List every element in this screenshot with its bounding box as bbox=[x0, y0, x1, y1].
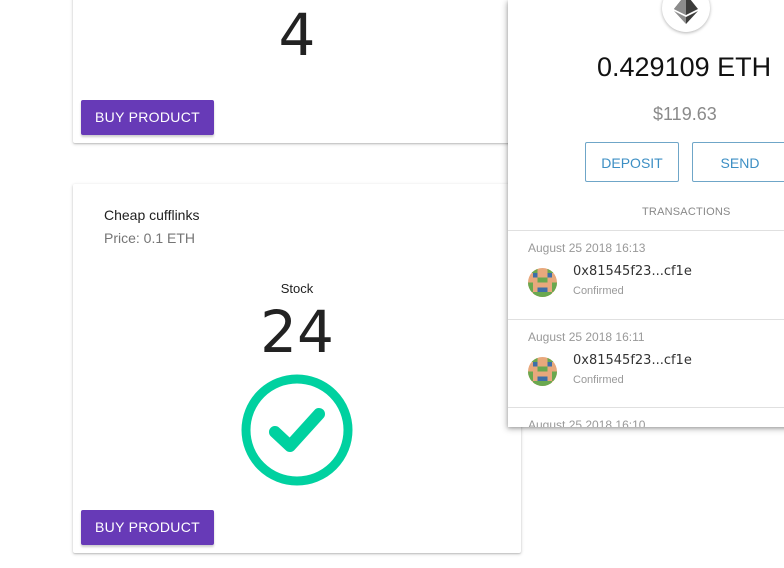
deposit-button[interactable]: DEPOSIT bbox=[585, 142, 679, 182]
transaction-status: Confirmed bbox=[573, 285, 624, 297]
transactions-title: TRANSACTIONS bbox=[642, 206, 731, 218]
transaction-item[interactable]: August 25 2018 16:11 0x81545f23...cf1e C… bbox=[508, 320, 784, 408]
stock-label: Stock bbox=[280, 281, 314, 296]
transaction-date: August 25 2018 16:13 bbox=[528, 241, 646, 255]
transaction-status: Confirmed bbox=[573, 374, 624, 386]
product-name: Cheap cufflinks bbox=[104, 207, 200, 223]
transaction-address: 0x81545f23...cf1e bbox=[573, 353, 692, 368]
product-card: Cheap cufflinks Price: 0.1 ETH Stock 24 … bbox=[73, 184, 521, 553]
eth-balance: 0.429109 ETH bbox=[597, 52, 772, 82]
send-button[interactable]: SEND bbox=[692, 142, 784, 182]
stock-count: 24 bbox=[260, 298, 334, 366]
transaction-item[interactable]: August 25 2018 16:10 bbox=[508, 408, 784, 427]
ethereum-icon bbox=[662, 0, 710, 32]
product-price: Price: 0.1 ETH bbox=[104, 230, 196, 246]
transaction-address: 0x81545f23...cf1e bbox=[573, 264, 692, 279]
buy-product-button[interactable]: BUY PRODUCT bbox=[81, 100, 214, 135]
check-circle-icon bbox=[241, 374, 353, 486]
address-avatar-icon bbox=[528, 357, 557, 386]
address-avatar-icon bbox=[528, 268, 557, 297]
transaction-item[interactable]: August 25 2018 16:13 0x81545f23...cf1e C… bbox=[508, 231, 784, 319]
usd-balance: $119.63 bbox=[653, 104, 717, 124]
product-card: 4 BUY PRODUCT bbox=[73, 0, 521, 143]
stock-count: 4 bbox=[278, 1, 316, 69]
wallet-panel: 0.429109 ETH $119.63 DEPOSIT SEND TRANSA… bbox=[508, 0, 784, 427]
transaction-date: August 25 2018 16:11 bbox=[528, 330, 645, 344]
transaction-date: August 25 2018 16:10 bbox=[528, 418, 646, 427]
buy-product-button[interactable]: BUY PRODUCT bbox=[81, 510, 214, 545]
